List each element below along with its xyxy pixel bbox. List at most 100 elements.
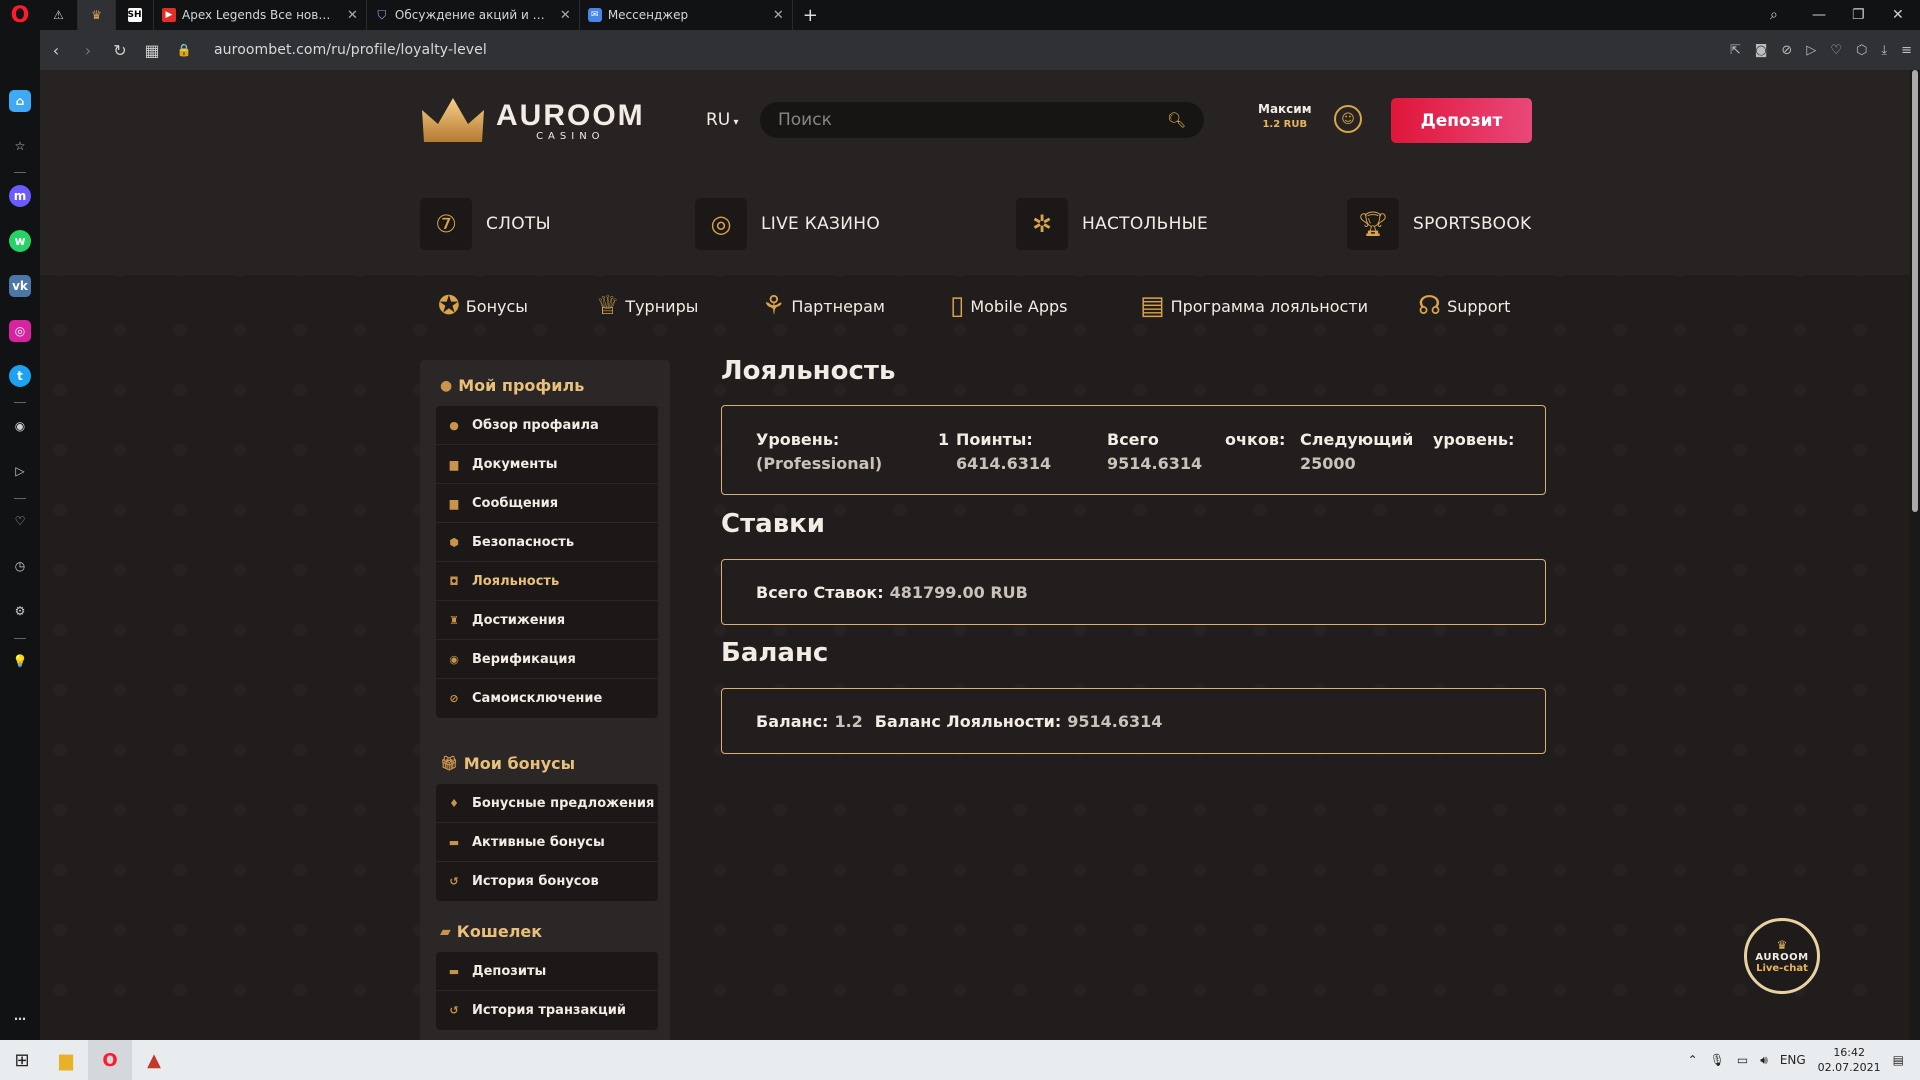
roulette-icon: ✲ [1016, 198, 1068, 250]
tab-pinned-1[interactable]: ⚠ [40, 0, 78, 30]
vk-icon[interactable]: vk [9, 275, 31, 297]
notifications-icon[interactable]: ▤ [1893, 1053, 1904, 1067]
instagram-icon[interactable]: ◎ [9, 320, 31, 342]
subnav-partners[interactable]: ⚘ Партнерам [762, 291, 885, 321]
settings-icon[interactable]: ⚙ [9, 600, 31, 622]
menu-label: История транзакций [472, 1003, 626, 1018]
nav-slots[interactable]: ⑦ СЛОТЫ [420, 198, 551, 250]
tab-discussion[interactable]: ⛉ Обсуждение акций и конк ✕ [367, 0, 580, 30]
opera-taskbar-icon[interactable]: O [88, 1040, 132, 1080]
minimize-button[interactable]: — [1812, 0, 1826, 30]
divider [14, 498, 26, 499]
user-avatar-icon[interactable]: ☺ [1334, 105, 1362, 133]
subnav-loyalty-program[interactable]: ▤ Программа лояльности [1140, 291, 1368, 321]
auroom-logo[interactable]: AUROOM CASINO [420, 94, 645, 146]
nav-sportsbook[interactable]: 🏆︎ SPORTSBOOK [1347, 198, 1531, 250]
speed-dial-icon[interactable]: ▦ [136, 41, 168, 60]
nav-label: SPORTSBOOK [1413, 214, 1532, 234]
search-input[interactable]: Поиск 🔍︎ [760, 102, 1204, 138]
forward-button[interactable]: › [72, 41, 104, 60]
nav-table-games[interactable]: ✲ НАСТОЛЬНЫЕ [1016, 198, 1208, 250]
volume-icon[interactable]: 🔊︎ [1760, 1053, 1768, 1068]
more-icon[interactable]: … [9, 1005, 31, 1027]
lightbulb-icon[interactable]: 💡 [9, 650, 31, 672]
clock[interactable]: 16:42 02.07.2021 [1818, 1045, 1881, 1075]
user-info[interactable]: Максим 1.2 RUB [1258, 102, 1312, 130]
messenger-icon[interactable]: m [9, 185, 31, 207]
menu-icon[interactable]: ≡ [1901, 43, 1912, 58]
share-icon[interactable]: ⇱ [1730, 43, 1741, 58]
subnav-mobile-apps[interactable]: ▯ Mobile Apps [950, 291, 1067, 321]
player-icon[interactable]: ◉ [9, 415, 31, 437]
send-icon[interactable]: ▷ [1806, 43, 1816, 58]
heart-icon[interactable]: ♡ [9, 510, 31, 532]
chevron-up-icon[interactable]: ⌃ [1688, 1053, 1698, 1067]
menu-loyalty[interactable]: ◘ Лояльность [436, 562, 658, 601]
file-explorer-icon[interactable]: ▆ [44, 1040, 88, 1080]
menu-bonus-offers[interactable]: ♦ Бонусные предложения [436, 784, 658, 823]
close-window-button[interactable]: ✕ [1892, 0, 1904, 30]
search-icon[interactable]: 🔍︎ [1167, 111, 1186, 129]
cup-icon: ♕ [596, 291, 620, 321]
app-taskbar-icon[interactable]: ▲ [132, 1040, 176, 1080]
download-icon[interactable]: ⤓ [1881, 43, 1887, 58]
menu-messages[interactable]: ▆ Сообщения [436, 484, 658, 523]
history-icon[interactable]: ◷ [9, 555, 31, 577]
windows-start-icon[interactable]: ⊞ [0, 1040, 44, 1080]
language-indicator[interactable]: ENG [1780, 1053, 1806, 1067]
tab-pinned-3[interactable]: SH [116, 0, 154, 30]
loyalty-card: Уровень: (Professional) 1 Поинты: 6414.6… [721, 405, 1546, 495]
nav-live-casino[interactable]: ◎ LIVE КАЗИНО [695, 198, 880, 250]
twitter-icon[interactable]: t [9, 365, 31, 387]
network-icon[interactable]: ▭ [1737, 1053, 1748, 1067]
menu-transaction-history[interactable]: ↺ История транзакций [436, 991, 658, 1030]
tab-pinned-2[interactable]: ♛ [78, 0, 116, 30]
adblock-icon[interactable]: ⊘ [1781, 43, 1792, 58]
reload-button[interactable]: ↻ [104, 41, 136, 60]
whatsapp-icon[interactable]: w [9, 230, 31, 252]
menu-self-exclusion[interactable]: ⊘ Самоисключение [436, 679, 658, 718]
menu-documents[interactable]: ▆ Документы [436, 445, 658, 484]
balance-title: Баланс [721, 638, 829, 668]
menu-security[interactable]: ⬢ Безопасность [436, 523, 658, 562]
tab-messenger[interactable]: ✉ Мессенджер ✕ [580, 0, 793, 30]
menu-bonus-history[interactable]: ↺ История бонусов [436, 862, 658, 901]
restore-button[interactable]: ❐ [1852, 0, 1865, 30]
live-chat-button[interactable]: ♛ AUROOM Live-chat [1744, 918, 1820, 994]
tab-search-icon[interactable]: ⌕ [1770, 0, 1778, 30]
opera-logo-icon[interactable]: O [0, 0, 40, 30]
money-bag-icon: ♦ [449, 796, 459, 810]
menu-achievements[interactable]: ♜ Достижения [436, 601, 658, 640]
language-selector[interactable]: RU ▾ [706, 110, 738, 130]
menu-active-bonuses[interactable]: ▬ Активные бонусы [436, 823, 658, 862]
new-tab-button[interactable]: + [793, 5, 828, 26]
tab-label: Обсуждение акций и конк [394, 8, 550, 22]
heart-icon[interactable]: ♡ [1830, 43, 1842, 58]
camera-icon[interactable]: ◙ [1755, 43, 1768, 58]
microphone-icon[interactable]: 🎙︎ [1710, 1053, 1725, 1067]
tab-apex[interactable]: ▶ Apex Legends Все новые р ✕ [154, 0, 367, 30]
wallet-section-title: ▰ Кошелек [440, 922, 542, 941]
profile-section-title: ● Мой профиль [440, 376, 584, 395]
back-button[interactable]: ‹ [40, 41, 72, 60]
card-icon: ▬ [448, 964, 460, 978]
close-tab-icon[interactable]: ✕ [347, 8, 358, 23]
menu-verification[interactable]: ◉ Верификация [436, 640, 658, 679]
menu-deposits[interactable]: ▬ Депозиты [436, 952, 658, 991]
menu-profile-overview[interactable]: ● Обзор профаила [436, 406, 658, 445]
url-field[interactable]: auroombet.com/ru/profile/loyalty-level [214, 42, 487, 58]
home-icon[interactable]: ⌂ [9, 90, 31, 112]
loyalty-title: Лояльность [721, 356, 896, 386]
subnav-support[interactable]: ☊ Support [1418, 291, 1510, 321]
close-tab-icon[interactable]: ✕ [773, 8, 784, 23]
flow-icon[interactable]: ▷ [9, 460, 31, 482]
menu-label: История бонусов [472, 874, 599, 889]
bookmark-icon[interactable]: ☆ [9, 135, 31, 157]
subnav-tournaments[interactable]: ♕ Турниры [596, 291, 698, 321]
bets-card: Всего Ставок: 481799.00 RUB [721, 559, 1546, 625]
deposit-button[interactable]: Депозит [1391, 98, 1532, 143]
close-tab-icon[interactable]: ✕ [560, 8, 571, 23]
cube-icon[interactable]: ⬡ [1856, 43, 1867, 58]
subnav-bonuses[interactable]: ✪ Бонусы [438, 291, 528, 321]
scrollbar-thumb[interactable] [1912, 70, 1918, 512]
